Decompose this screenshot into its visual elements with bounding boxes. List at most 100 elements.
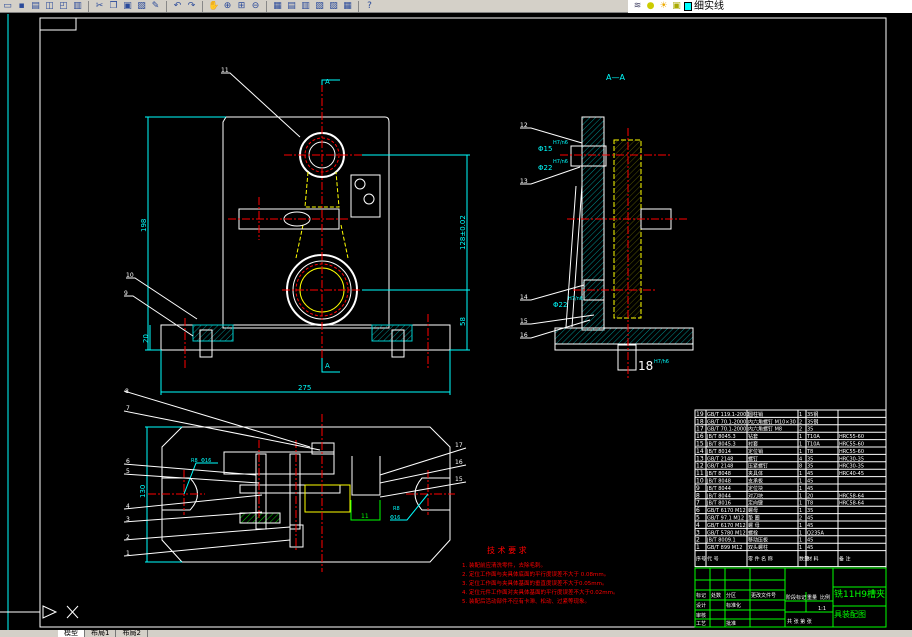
lock-icon[interactable]: ▣ xyxy=(671,1,682,12)
parts-list-cell-code: GB/T 5780 M12 xyxy=(707,530,746,536)
balloon-12: 12 xyxy=(520,122,528,129)
toolbar-separator xyxy=(88,0,89,12)
parts-list-cell-name: 定向键 xyxy=(748,500,763,507)
section-view: A—A 12 13 14 15 16 Φ15 H7/n6 Φ22 H7/n6 Φ… xyxy=(520,73,694,380)
parts-list-cell-note: HRC55-60 xyxy=(839,449,864,455)
open-icon[interactable]: ▭ xyxy=(2,1,13,12)
balloon-16: 16 xyxy=(520,332,528,339)
parts-list-cell-material: 45 xyxy=(807,538,813,544)
parts-list-cell-code: JB/T 8044 xyxy=(706,493,731,499)
parts-list-cell-material: T8 xyxy=(806,501,813,507)
parts-list-cell-qty: 1 xyxy=(799,486,802,492)
sheetset-icon[interactable]: ▧ xyxy=(314,1,325,12)
parts-list-cell-qty: 1 xyxy=(799,538,802,544)
publish-icon[interactable]: ◰ xyxy=(58,1,69,12)
parts-list-cell-code: GB/T 2148 xyxy=(707,464,733,470)
designcenter-icon[interactable]: ▤ xyxy=(286,1,297,12)
tab-layout2[interactable]: 布局2 xyxy=(116,630,148,637)
drawing-title-line1: 铣11H9槽夹 xyxy=(834,588,885,600)
tab-layout1[interactable]: 布局1 xyxy=(85,630,117,637)
bulb-icon[interactable]: ● xyxy=(645,1,656,12)
tab-model[interactable]: 模型 xyxy=(58,630,85,637)
parts-list-cell-material: 35 xyxy=(807,427,813,433)
layer-name[interactable]: 细实线 xyxy=(694,1,724,13)
parts-list-cell-material: 45 xyxy=(807,545,813,551)
dim-d1: Φ15 xyxy=(538,145,552,153)
parts-list-cell-qty: 1 xyxy=(799,449,802,455)
section-mark-top: A xyxy=(325,78,330,86)
dim-d2: Φ22 xyxy=(538,164,552,172)
parts-list-cell-material: 45 xyxy=(807,471,813,477)
parts-list-cell-no: 9 xyxy=(696,485,700,492)
parts-list-cell-qty: 1 xyxy=(799,508,802,514)
parts-list-cell-name: 定位块 xyxy=(748,485,763,492)
balloon-11: 11 xyxy=(221,67,229,74)
dim-width: 275 xyxy=(298,384,311,392)
tech-line-2: 2. 定位工作面与夹具体底面的平行度误差不大于 0.08mm。 xyxy=(462,570,609,578)
parts-list-cell-material: T10A xyxy=(806,434,820,440)
parts-list-cell-no: 11 xyxy=(696,470,704,477)
parts-list-cell-name: 螺栓 xyxy=(748,529,758,536)
parts-list-cell-qty: 8 xyxy=(799,464,802,470)
parts-list-cell-code: GB/T 70.1-2000 xyxy=(707,419,746,425)
copy-icon[interactable]: ❐ xyxy=(108,1,119,12)
toolbar-separator xyxy=(358,0,359,12)
pan-icon[interactable]: ✋ xyxy=(208,1,219,12)
matchprop-icon[interactable]: ▧ xyxy=(136,1,147,12)
parts-list-cell-qty: 1 xyxy=(799,434,802,440)
parts-list-cell-name: 对刀块 xyxy=(748,492,763,499)
parts-list-cell-material: 45 xyxy=(807,479,813,485)
balloon-10: 10 xyxy=(126,272,134,279)
parts-list-cell-name: 钻套 xyxy=(748,433,758,440)
toolpalette-icon[interactable]: ▥ xyxy=(300,1,311,12)
layer-color-swatch xyxy=(684,2,692,11)
parts-list-cell-code: JB/T 8016 xyxy=(706,501,731,507)
parts-list-cell-qty: 2 xyxy=(799,427,802,433)
paste-icon[interactable]: ▣ xyxy=(122,1,133,12)
parts-list-cell-no: 7 xyxy=(696,500,700,507)
parts-list-cell-material: 35钢 xyxy=(807,411,818,418)
calculator-icon[interactable]: ▦ xyxy=(342,1,353,12)
properties-icon[interactable]: ▦ xyxy=(272,1,283,12)
undo-icon[interactable]: ↶ xyxy=(172,1,183,12)
parts-list-header-code: 代 号 xyxy=(707,556,719,563)
dim-key: 18 xyxy=(638,359,653,373)
parts-list-cell-code: JB/T 8048 xyxy=(706,471,731,477)
save-icon[interactable]: ▪ xyxy=(16,1,27,12)
brush-icon[interactable]: ✎ xyxy=(150,1,161,12)
drawing-canvas[interactable]: A A 198 128±0.02 58 20 275 11 10 9 8 A—A… xyxy=(0,14,912,630)
parts-list-cell-code: JB/T 8048 xyxy=(706,479,731,485)
parts-list-cell-name: 螺 母 xyxy=(748,522,760,529)
zoom-realtime-icon[interactable]: ⊕ xyxy=(222,1,233,12)
cut-icon[interactable]: ✂ xyxy=(94,1,105,12)
dim-d2-fit: H7/n6 xyxy=(553,159,568,165)
help-icon[interactable]: ? xyxy=(364,1,375,12)
parts-list-cell-code: JB/T 8044 xyxy=(706,486,731,492)
plot-icon[interactable]: ▥ xyxy=(72,1,83,12)
parts-list-cell-material: 45 xyxy=(807,523,813,529)
markup-icon[interactable]: ▨ xyxy=(328,1,339,12)
print-icon[interactable]: ▤ xyxy=(30,1,41,12)
parts-list-cell-note: HRC30-35 xyxy=(839,456,864,462)
zoom-previous-icon[interactable]: ⊖ xyxy=(250,1,261,12)
parts-list-cell-code: JB/T 8045.3 xyxy=(706,442,736,448)
redo-icon[interactable]: ↷ xyxy=(186,1,197,12)
tech-title: 技 术 要 求 xyxy=(487,545,527,555)
parts-list-cell-name: 夹具体 xyxy=(748,470,763,477)
parts-list-cell-qty: 1 xyxy=(799,442,802,448)
parts-list-cell-code: GB/T 97.1 M12 xyxy=(707,516,744,522)
parts-list-cell-name: 支承板 xyxy=(748,478,763,485)
zoom-window-icon[interactable]: ⊞ xyxy=(236,1,247,12)
tb-label-review: 审核 xyxy=(696,612,706,619)
balloon-16-top: 16 xyxy=(455,459,463,466)
balloon-9: 9 xyxy=(124,290,128,297)
layer-toolbar[interactable]: ≋ ● ☀ ▣ 细实线 xyxy=(628,0,912,13)
parts-list-cell-name: 定位销 xyxy=(748,448,763,455)
preview-icon[interactable]: ◫ xyxy=(44,1,55,12)
sun-icon[interactable]: ☀ xyxy=(658,1,669,12)
parts-list-cell-no: 18 xyxy=(696,418,704,425)
balloon-3: 3 xyxy=(126,516,130,523)
layer-manager-icon[interactable]: ≋ xyxy=(632,1,643,12)
dim-hole1: R8 xyxy=(191,458,198,464)
technical-requirements: 技 术 要 求 1. 装配前应清洗零件，去除毛刺。 2. 定位工作面与夹具体底面… xyxy=(462,545,618,605)
